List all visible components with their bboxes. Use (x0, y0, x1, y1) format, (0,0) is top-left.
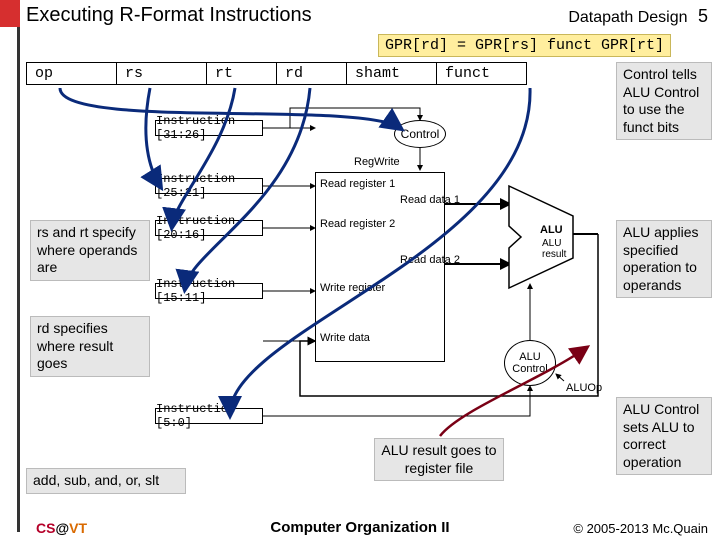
readdata1-label: Read data 1 (400, 194, 440, 206)
instruction-field-table: op rs rt rd shamt funct (26, 62, 527, 85)
section-name: Datapath Design (568, 9, 687, 26)
instr-20-16: Instruction [20:16] (155, 220, 263, 236)
callout-rs-rt: rs and rt specify where operands are (30, 220, 150, 281)
cell-shamt: shamt (347, 63, 437, 85)
instr-15-11: Instruction [15:11] (155, 283, 263, 299)
readreg1-label: Read register 1 (320, 178, 375, 190)
aluop-label: ALUOp (566, 382, 602, 394)
page-number: 5 (698, 6, 708, 26)
callout-alu-applies: ALU applies specified operation to opera… (616, 220, 712, 298)
alu-result-label: ALU result (542, 238, 576, 260)
table-row: op rs rt rd shamt funct (27, 63, 527, 85)
readdata2-label: Read data 2 (400, 254, 440, 266)
regwrite-label: RegWrite (354, 156, 400, 168)
callout-alu-control: ALU Control sets ALU to correct operatio… (616, 397, 712, 475)
expression-box: GPR[rd] = GPR[rs] funct GPR[rt] (378, 34, 671, 57)
readreg2-label: Read register 2 (320, 218, 375, 230)
cell-rs: rs (117, 63, 207, 85)
alu-label: ALU (540, 224, 563, 236)
alu-control-block: ALU Control (504, 340, 556, 386)
control-block: Control (394, 120, 446, 148)
footer-right: © 2005-2013 Mc.Quain (573, 521, 708, 536)
header-right: Datapath Design 5 (568, 6, 708, 27)
cell-rd: rd (277, 63, 347, 85)
instr-25-21: Instruction [25:21] (155, 178, 263, 194)
alu-shape (505, 182, 577, 292)
instr-31-26: Instruction [31:26] (155, 120, 263, 136)
accent-bar (0, 0, 20, 27)
cell-funct: funct (437, 63, 527, 85)
instr-5-0: Instruction [5:0] (155, 408, 263, 424)
side-line (17, 27, 20, 532)
cell-op: op (27, 63, 117, 85)
cell-rt: rt (207, 63, 277, 85)
datapath-diagram: Instruction [31:26] Instruction [25:21] … (150, 96, 600, 484)
callout-control: Control tells ALU Control to use the fun… (616, 62, 712, 140)
writedata-label: Write data (320, 332, 375, 344)
page-title: Executing R-Format Instructions (26, 4, 312, 27)
writereg-label: Write register (320, 282, 375, 294)
callout-rd: rd specifies where result goes (30, 316, 150, 377)
